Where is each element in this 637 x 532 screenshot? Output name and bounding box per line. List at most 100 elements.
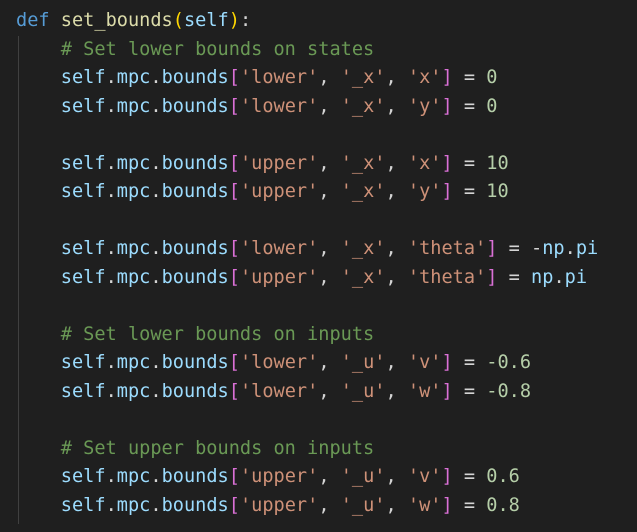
code-line[interactable]: self.mpc.bounds['lower', '_u', 'w'] = -0… [16, 378, 531, 407]
code-token-bracket1: ) [228, 10, 240, 31]
code-token-str: 'upper' [239, 466, 319, 487]
code-token-plain: . [150, 95, 162, 117]
code-token-str: '_u' [340, 494, 386, 516]
code-token-bracket2: ] [441, 352, 453, 373]
code-token-var: self [60, 352, 106, 373]
code-token-var: bounds [161, 95, 229, 117]
code-token-bracket2: ] [441, 95, 453, 117]
code-token-var: bounds [161, 466, 229, 487]
code-token-bracket2: [ [228, 466, 240, 487]
code-token-str: '_x' [340, 238, 386, 259]
code-token-plain: . [564, 238, 576, 259]
code-token-str: 'w' [407, 380, 442, 402]
code-token-plain: . [150, 67, 162, 88]
code-token-var: self [60, 67, 106, 88]
code-token-var: mpc [116, 494, 151, 516]
code-token-plain: . [105, 238, 117, 259]
code-token-plain: = [452, 67, 487, 88]
code-token-str: 'y' [407, 95, 442, 117]
code-token-str: 'lower' [239, 95, 319, 117]
code-token-plain: . [105, 380, 117, 402]
code-token-plain: , [385, 152, 408, 174]
code-token-str: '_x' [340, 152, 386, 174]
code-token-var: mpc [116, 95, 151, 117]
code-token-var: bounds [161, 266, 229, 288]
code-token-plain: . [105, 67, 117, 88]
code-token-str: '_u' [340, 380, 386, 402]
code-token-bracket2: ] [441, 181, 453, 202]
code-token-str: 'v' [407, 466, 442, 487]
code-line[interactable]: self.mpc.bounds['lower', '_x', 'y'] = 0 [16, 93, 498, 122]
code-token-str: '_u' [340, 352, 386, 373]
code-line[interactable]: self.mpc.bounds['lower', '_x', 'x'] = 0 [16, 64, 498, 93]
code-token-plain: , [318, 67, 341, 88]
code-token-var: np [542, 238, 565, 259]
code-token-str: 'x' [407, 67, 442, 88]
code-token-num: -0.6 [486, 352, 532, 373]
code-line[interactable]: self.mpc.bounds['upper', '_x', 'x'] = 10 [16, 150, 509, 179]
code-token-plain: , [385, 67, 408, 88]
code-token-plain: , [385, 95, 408, 117]
code-line[interactable]: def set_bounds(self): [16, 7, 251, 36]
code-token-bracket2: ] [486, 266, 498, 288]
code-token-plain: , [385, 466, 408, 487]
code-token-str: '_x' [340, 266, 386, 288]
code-token-plain: , [318, 95, 341, 117]
code-token-var: mpc [116, 152, 151, 174]
code-line[interactable]: self.mpc.bounds['lower', '_u', 'v'] = -0… [16, 349, 531, 378]
code-token-plain: . [150, 352, 162, 373]
code-token-var: pi [564, 266, 588, 288]
code-token-plain: . [150, 238, 162, 259]
code-token-str: 'upper' [239, 152, 319, 174]
code-line[interactable]: self.mpc.bounds['upper', '_u', 'w'] = 0.… [16, 492, 520, 521]
code-line[interactable]: self.mpc.bounds['lower', '_x', 'theta'] … [16, 235, 598, 264]
code-token-bracket2: [ [228, 266, 240, 288]
code-token-var: mpc [116, 380, 151, 402]
code-token-plain: . [105, 352, 117, 373]
code-token-plain: = [452, 380, 487, 402]
code-token-var: pi [575, 238, 599, 259]
code-token-plain: , [318, 466, 341, 487]
code-token-plain: . [150, 466, 162, 487]
code-token-str: 'upper' [239, 181, 319, 202]
code-token-var: bounds [161, 380, 229, 402]
code-token-plain: = [452, 352, 487, 373]
code-token-var: mpc [116, 266, 151, 288]
code-line[interactable]: # Set upper bounds on inputs [16, 435, 374, 464]
code-token-comment: # Set lower bounds on states [16, 38, 375, 60]
code-line[interactable]: self.mpc.bounds['upper', '_x', 'y'] = 10 [16, 178, 509, 207]
code-token-plain: . [150, 380, 162, 402]
code-token-plain: , [318, 352, 341, 373]
code-token-plain: . [553, 266, 565, 288]
code-token-plain: = [452, 181, 487, 202]
code-token-str: 'lower' [239, 67, 319, 88]
code-token-str: 'lower' [239, 380, 319, 402]
code-token-plain: , [318, 152, 341, 174]
code-token-plain: = [452, 466, 487, 487]
code-token-plain: , [385, 380, 408, 402]
code-token-str: '_x' [340, 95, 386, 117]
code-token-bracket2: [ [228, 352, 240, 373]
code-token-bracket2: ] [441, 494, 453, 516]
code-editor[interactable]: def set_bounds(self): # Set lower bounds… [0, 0, 637, 532]
code-token-str: 'y' [407, 181, 442, 202]
code-token-plain: . [105, 266, 117, 288]
code-line[interactable]: self.mpc.bounds['upper', '_u', 'v'] = 0.… [16, 463, 520, 492]
code-line[interactable]: self.mpc.bounds['upper', '_x', 'theta'] … [16, 264, 587, 293]
code-token-plain: . [105, 152, 117, 174]
code-token-num: 0 [486, 95, 498, 117]
code-token-plain: . [150, 152, 162, 174]
code-line[interactable]: # Set lower bounds on states [16, 36, 374, 65]
code-token-str: '_u' [340, 466, 386, 487]
code-token-plain: . [105, 181, 117, 202]
code-token-plain: . [105, 95, 117, 117]
code-token-var: mpc [116, 181, 151, 202]
code-token-plain: , [318, 266, 341, 288]
code-line[interactable]: # Set lower bounds on inputs [16, 321, 374, 350]
